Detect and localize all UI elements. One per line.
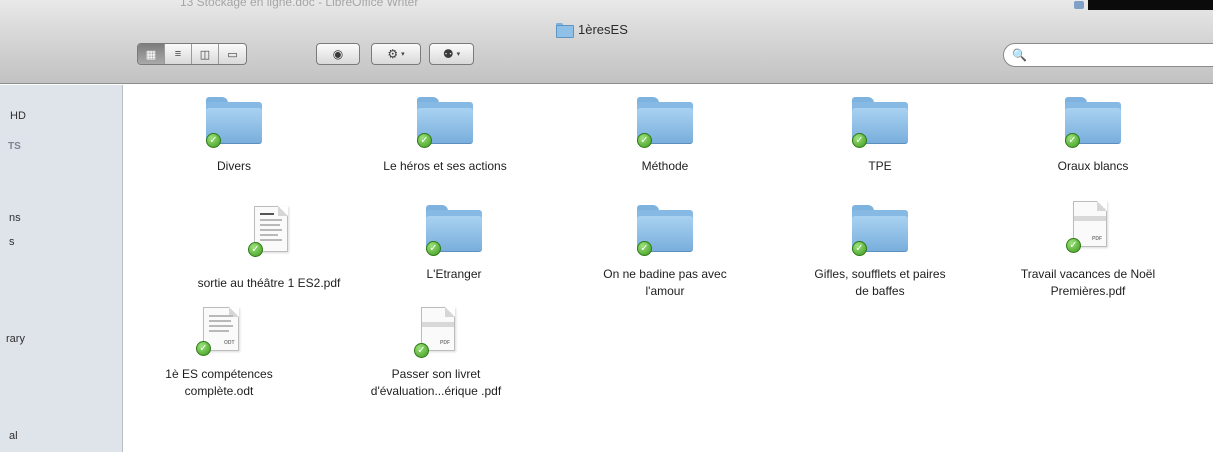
- synced-check-icon: ✓: [417, 133, 432, 148]
- synced-check-icon: ✓: [852, 133, 867, 148]
- folder-icon: ✓: [413, 93, 477, 151]
- item-label: 1è ES compétences complète.odt: [124, 366, 314, 400]
- window-title-text: 1èresES: [578, 21, 628, 37]
- synced-check-icon: ✓: [426, 241, 441, 256]
- file-type-tag: PDF: [440, 340, 450, 346]
- item-label-line: complète.odt: [184, 384, 254, 398]
- synced-check-icon: ✓: [414, 343, 429, 358]
- quick-look-button[interactable]: ◉: [316, 43, 360, 65]
- coverflow-view-button[interactable]: ▭: [219, 44, 246, 64]
- folder-item-gifles[interactable]: ✓ Gifles, soufflets et paires de baffes: [785, 201, 975, 300]
- pdf-document-icon: PDF ✓: [1056, 201, 1120, 259]
- sidebar-item-documents[interactable]: s: [9, 236, 15, 248]
- item-label: Méthode: [641, 159, 689, 173]
- item-label: Le héros et ses actions: [383, 159, 507, 173]
- search-icon: 🔍: [1012, 48, 1027, 62]
- synced-check-icon: ✓: [196, 341, 211, 356]
- folder-icon: ✓: [633, 201, 697, 259]
- file-type-tag: ODT: [224, 340, 235, 346]
- item-label: L'Etranger: [426, 267, 482, 281]
- folder-icon: ✓: [848, 201, 912, 259]
- item-label: On ne badine pas avec l'amour: [570, 266, 760, 300]
- item-label: TPE: [868, 159, 892, 173]
- gear-icon: ⚙: [387, 47, 399, 61]
- list-view-button[interactable]: ≡: [165, 44, 192, 64]
- sidebar-item-more[interactable]: al: [9, 430, 18, 442]
- folder-icon: ✓: [848, 93, 912, 151]
- item-label-line: Gifles, soufflets et paires: [814, 267, 946, 281]
- chevron-down-icon: ▾: [401, 51, 405, 58]
- synced-check-icon: ✓: [852, 241, 867, 256]
- odt-document-icon: ODT ✓: [187, 307, 251, 365]
- background-window-icon: [1074, 1, 1084, 9]
- synced-check-icon: ✓: [1065, 133, 1080, 148]
- folder-icon: ✓: [202, 93, 266, 151]
- item-label: Divers: [216, 159, 251, 173]
- item-label: sortie au théâtre 1 ES2.pdf: [197, 276, 341, 290]
- folder-item-on-ne-badine[interactable]: ✓ On ne badine pas avec l'amour: [570, 201, 760, 300]
- search-field[interactable]: 🔍: [1003, 43, 1213, 67]
- share-icon: ⚉: [442, 47, 454, 61]
- folder-item-oraux-blancs[interactable]: ✓ Oraux blancs: [998, 93, 1188, 175]
- file-item-passer-livret[interactable]: PDF ✓ Passer son livret d'évaluation...é…: [341, 307, 531, 400]
- synced-check-icon: ✓: [637, 133, 652, 148]
- item-label-line: On ne badine pas avec: [603, 267, 727, 281]
- folder-item-tpe[interactable]: ✓ TPE: [785, 93, 975, 175]
- background-window-edge: [1088, 0, 1213, 10]
- folder-icon: [556, 22, 574, 38]
- item-label: Travail vacances de Noël Premières.pdf: [993, 266, 1183, 300]
- item-label-line: Premières.pdf: [1050, 284, 1126, 298]
- action-menu-button[interactable]: ⚙ ▾: [371, 43, 421, 65]
- eye-icon: ◉: [332, 47, 344, 61]
- file-item-travail-vacances[interactable]: PDF ✓ Travail vacances de Noël Premières…: [993, 201, 1183, 300]
- item-label-line: d'évaluation...érique .pdf: [370, 384, 502, 398]
- finder-toolbar: 13 Stockage en ligne.doc - LibreOffice W…: [0, 0, 1213, 84]
- synced-check-icon: ✓: [637, 241, 652, 256]
- folder-icon: ✓: [1061, 93, 1125, 151]
- synced-check-icon: ✓: [206, 133, 221, 148]
- item-label: Passer son livret d'évaluation...érique …: [341, 366, 531, 400]
- column-view-button[interactable]: ◫: [192, 44, 219, 64]
- item-label: Gifles, soufflets et paires de baffes: [785, 266, 975, 300]
- synced-check-icon: ✓: [248, 242, 263, 257]
- folder-item-divers[interactable]: ✓ Divers: [139, 93, 329, 175]
- background-window-title: 13 Stockage en ligne.doc - LibreOffice W…: [180, 0, 419, 9]
- sidebar-item-applications[interactable]: ns: [9, 212, 21, 224]
- folder-icon: ✓: [633, 93, 697, 151]
- file-type-tag: PDF: [1092, 236, 1102, 242]
- folder-item-l-etranger[interactable]: ✓ L'Etranger: [359, 201, 549, 283]
- pdf-document-icon: ✓: [237, 206, 301, 264]
- window-title: 1èresES: [556, 20, 628, 38]
- icon-view-button[interactable]: ▦: [138, 44, 165, 64]
- file-item-sortie-theatre[interactable]: ✓ sortie au théâtre 1 ES2.pdf: [174, 206, 364, 292]
- chevron-down-icon: ▾: [456, 51, 461, 58]
- item-label-line: Travail vacances de Noël: [1020, 267, 1156, 281]
- folder-item-methode[interactable]: ✓ Méthode: [570, 93, 760, 175]
- file-browser-content: ✓ Divers ✓ Le héros et ses actions ✓ Mét…: [124, 85, 1213, 452]
- file-item-competences-odt[interactable]: ODT ✓ 1è ES compétences complète.odt: [124, 307, 314, 400]
- item-label-line: de baffes: [855, 284, 905, 298]
- search-input[interactable]: [1030, 48, 1211, 62]
- folder-icon: ✓: [422, 201, 486, 259]
- item-label: Oraux blancs: [1057, 159, 1129, 173]
- share-menu-button[interactable]: ⚉ ▾: [429, 43, 474, 65]
- sidebar-item-hd[interactable]: HD: [10, 110, 26, 122]
- folder-item-le-heros[interactable]: ✓ Le héros et ses actions: [350, 93, 540, 175]
- item-label-line: 1è ES compétences: [165, 367, 273, 381]
- sidebar-item-library[interactable]: rary: [6, 333, 25, 345]
- view-mode-selector: ▦ ≡ ◫ ▭: [137, 43, 247, 65]
- pdf-document-icon: PDF ✓: [404, 307, 468, 365]
- sidebar: HD TS ns s rary al: [0, 85, 123, 452]
- item-label-line: l'amour: [645, 284, 685, 298]
- item-label-line: Passer son livret: [391, 367, 481, 381]
- sidebar-section-header: TS: [8, 141, 21, 152]
- synced-check-icon: ✓: [1066, 238, 1081, 253]
